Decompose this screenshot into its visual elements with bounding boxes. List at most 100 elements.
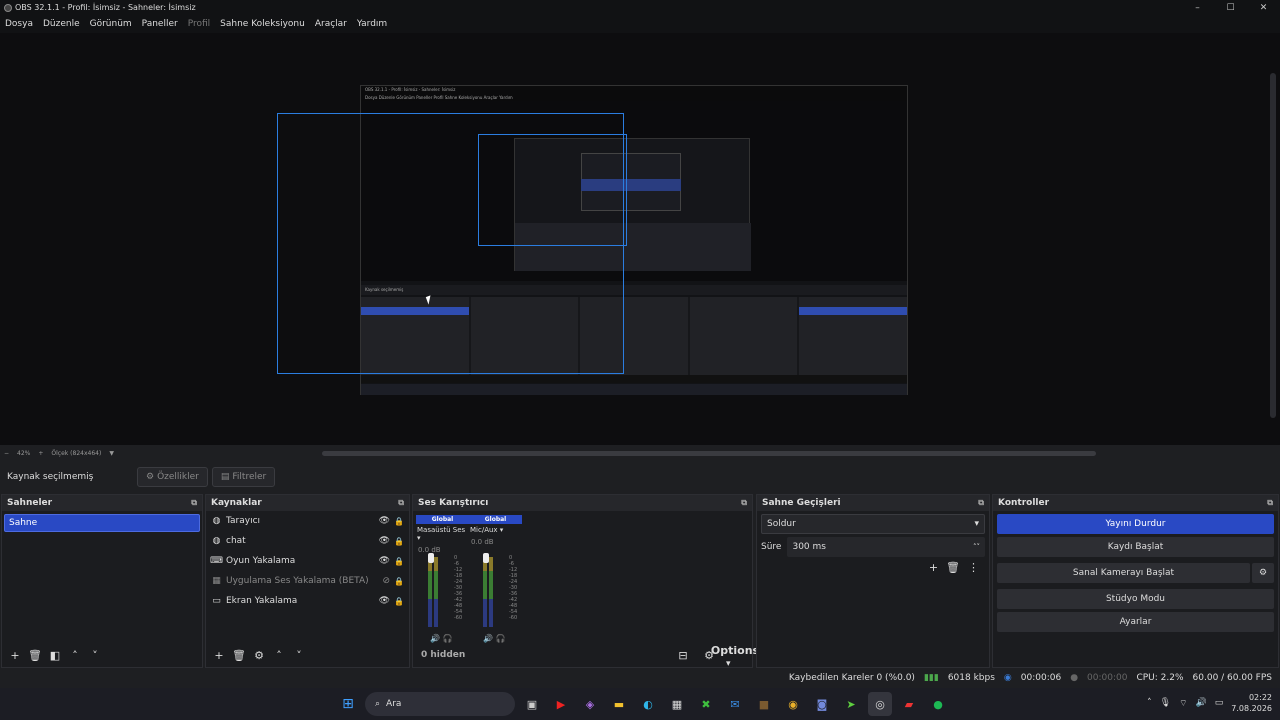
- transition-select[interactable]: Soldur ▾: [761, 514, 985, 534]
- red-app-icon[interactable]: ▰: [897, 692, 921, 716]
- edge-icon[interactable]: ◐: [636, 692, 660, 716]
- channel-name-select[interactable]: Mic/Aux ▾: [469, 526, 522, 534]
- settings-button[interactable]: Ayarlar: [997, 612, 1274, 632]
- window-title: OBS 32.1.1 - Profil: İsimsiz - Sahneler:…: [4, 3, 196, 12]
- maximize-button[interactable]: ☐: [1214, 0, 1247, 15]
- clock[interactable]: 02:22 7.08.2026: [1231, 692, 1272, 714]
- menu-yardim[interactable]: Yardım: [352, 19, 392, 29]
- start-recording-button[interactable]: Kaydı Başlat: [997, 537, 1274, 557]
- stop-stream-button[interactable]: Yayını Durdur: [997, 514, 1274, 534]
- source-item[interactable]: ▭ Ekran Yakalama 👁 🔒: [206, 591, 409, 611]
- chrome-icon[interactable]: ◉: [781, 692, 805, 716]
- virtual-camera-settings-button[interactable]: ⚙: [1252, 563, 1274, 583]
- source-item[interactable]: ▦ Uygulama Ses Yakalama (BETA) ⊘ 🔒: [206, 571, 409, 591]
- preview-vertical-scrollbar[interactable]: [1270, 73, 1276, 418]
- file-explorer-icon[interactable]: ▬: [607, 692, 631, 716]
- move-up-icon[interactable]: ˄: [66, 646, 84, 664]
- scene-filters-icon[interactable]: ◧: [46, 646, 64, 664]
- studio-mode-button[interactable]: Stüdyo Modu: [997, 589, 1274, 609]
- dock-undock-icon[interactable]: ⧉: [1267, 498, 1273, 508]
- lock-icon[interactable]: 🔒: [394, 537, 404, 546]
- dock-undock-icon[interactable]: ⧉: [398, 498, 404, 508]
- mixer-channel: Global Masaüstü Ses ▾ 0.0 dB 0 -6 -12 -18 -2…: [416, 515, 469, 643]
- more-options-icon[interactable]: ⋮: [968, 561, 979, 574]
- lock-icon[interactable]: 🔒: [394, 577, 404, 586]
- mixer-layout-icon[interactable]: ⊟: [674, 646, 692, 664]
- minecraft-icon[interactable]: ■: [752, 692, 776, 716]
- task-view-icon[interactable]: ▣: [520, 692, 544, 716]
- start-virtual-camera-button[interactable]: Sanal Kamerayı Başlat: [997, 563, 1250, 583]
- tray-overflow-icon[interactable]: ˄: [1147, 698, 1152, 708]
- copilot-icon[interactable]: ◈: [578, 692, 602, 716]
- wifi-icon[interactable]: ⌔: [1179, 698, 1187, 709]
- add-transition-icon[interactable]: +: [929, 561, 938, 574]
- windows-start-icon[interactable]: ⊞: [336, 692, 360, 716]
- source-item[interactable]: ◍ chat 👁 🔒: [206, 531, 409, 551]
- discord-icon[interactable]: ◙: [810, 692, 834, 716]
- menu-gorunum[interactable]: Görünüm: [85, 19, 137, 29]
- youtube-icon[interactable]: ▶: [549, 692, 573, 716]
- options-button[interactable]: Options ▾: [711, 641, 759, 670]
- channel-name-select[interactable]: Masaüstü Ses ▾: [416, 526, 469, 542]
- volume-icon[interactable]: 🔊: [1196, 698, 1207, 708]
- remove-transition-icon[interactable]: 🗑: [946, 561, 960, 574]
- speaker-icon[interactable]: 🔊: [430, 634, 440, 643]
- spin-arrows-icon[interactable]: ˄˅: [973, 543, 980, 551]
- scale-select[interactable]: Ölçek (824x464): [51, 450, 101, 457]
- speaker-icon[interactable]: 🔊: [483, 634, 493, 643]
- window-title-text: OBS 32.1.1 - Profil: İsimsiz - Sahneler:…: [15, 3, 196, 12]
- eye-icon[interactable]: 👁: [379, 596, 390, 606]
- obs-logo-icon: [4, 3, 12, 12]
- eye-icon[interactable]: 👁: [379, 556, 390, 566]
- add-source-icon[interactable]: +: [210, 646, 228, 664]
- eye-icon[interactable]: 👁: [379, 516, 390, 526]
- source-item[interactable]: ⌨ Oyun Yakalama 👁 🔒: [206, 551, 409, 571]
- remove-source-icon[interactable]: 🗑: [230, 646, 248, 664]
- source-properties-icon[interactable]: ⚙: [250, 646, 268, 664]
- menu-paneller[interactable]: Paneller: [137, 19, 183, 29]
- move-down-icon[interactable]: ˅: [86, 646, 104, 664]
- volume-fader[interactable]: [483, 553, 489, 563]
- channel-db: 0.0 dB: [418, 546, 441, 554]
- menu-dosya[interactable]: Dosya: [0, 19, 38, 29]
- lock-icon[interactable]: 🔒: [394, 517, 404, 526]
- dock-undock-icon[interactable]: ⧉: [978, 498, 984, 508]
- store-icon[interactable]: ▦: [665, 692, 689, 716]
- menu-araclar[interactable]: Araçlar: [310, 19, 352, 29]
- channel-badge: Global: [416, 515, 469, 524]
- xbox-icon[interactable]: ✖: [694, 692, 718, 716]
- battery-icon[interactable]: ▭: [1215, 698, 1224, 708]
- volume-fader[interactable]: [428, 553, 434, 563]
- menu-sahne-koleksiyonu[interactable]: Sahne Koleksiyonu: [215, 19, 310, 29]
- preview-horizontal-scrollbar[interactable]: [322, 451, 1096, 456]
- source-item[interactable]: ◍ Tarayıcı 👁 🔒: [206, 511, 409, 531]
- headphones-icon[interactable]: 🎧: [443, 634, 453, 643]
- eye-icon[interactable]: 👁: [379, 536, 390, 546]
- add-scene-icon[interactable]: +: [6, 646, 24, 664]
- chevron-down-icon[interactable]: ▼: [109, 450, 114, 457]
- spotify-icon[interactable]: ●: [926, 692, 950, 716]
- minimize-button[interactable]: –: [1181, 0, 1214, 15]
- dock-undock-icon[interactable]: ⧉: [191, 498, 197, 508]
- duration-spinbox[interactable]: 300 ms ˄˅: [787, 537, 985, 557]
- zoom-out-icon[interactable]: −: [4, 450, 9, 457]
- gamelauncher-icon[interactable]: ➤: [839, 692, 863, 716]
- taskbar-search[interactable]: ⌕ Ara: [365, 692, 515, 716]
- mail-icon[interactable]: ✉: [723, 692, 747, 716]
- lock-icon[interactable]: 🔒: [394, 597, 404, 606]
- scene-item[interactable]: Sahne: [4, 514, 200, 532]
- menu-duzenle[interactable]: Düzenle: [38, 19, 85, 29]
- close-button[interactable]: ✕: [1247, 0, 1280, 15]
- headphones-icon[interactable]: 🎧: [496, 634, 506, 643]
- obs-taskbar-icon[interactable]: ◎: [868, 692, 892, 716]
- lock-icon[interactable]: 🔒: [394, 557, 404, 566]
- dock-undock-icon[interactable]: ⧉: [741, 498, 747, 508]
- microphone-icon[interactable]: 🎙: [1160, 698, 1171, 708]
- eye-hidden-icon[interactable]: ⊘: [382, 576, 390, 586]
- properties-button[interactable]: ⚙ Özellikler: [137, 467, 208, 487]
- zoom-in-icon[interactable]: +: [38, 450, 43, 457]
- move-down-icon[interactable]: ˅: [290, 646, 308, 664]
- move-up-icon[interactable]: ˄: [270, 646, 288, 664]
- remove-scene-icon[interactable]: 🗑: [26, 646, 44, 664]
- filters-button[interactable]: ▤ Filtreler: [211, 467, 276, 487]
